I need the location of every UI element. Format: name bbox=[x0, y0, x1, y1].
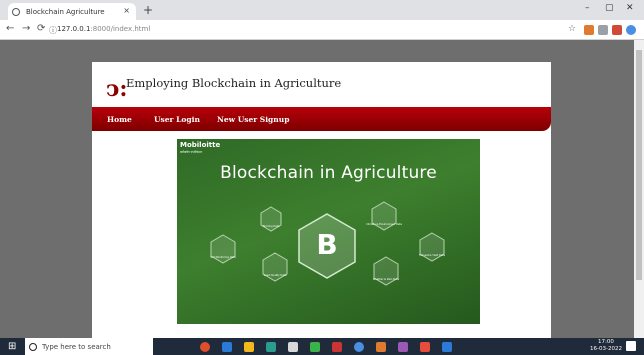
url-host: 127.0.0.1 bbox=[57, 25, 91, 33]
clock-date: 16-03-2022 bbox=[590, 346, 622, 352]
close-window-button[interactable]: ✕ bbox=[626, 3, 634, 13]
new-tab-button[interactable]: + bbox=[143, 3, 153, 17]
app-icon[interactable] bbox=[420, 342, 430, 352]
profile-icon[interactable] bbox=[626, 25, 636, 35]
blockchain-hex-diagram: B Farming Data Climate & Environment Dat… bbox=[210, 201, 445, 286]
url-field[interactable]: 127.0.0.1:8000/index.html bbox=[57, 25, 150, 33]
nav-user-login[interactable]: User Login bbox=[154, 115, 200, 124]
hex-label: Weather & Rain Data bbox=[373, 277, 400, 281]
windows-start-icon[interactable]: ⊞ bbox=[8, 341, 16, 352]
app-icon[interactable] bbox=[288, 342, 298, 352]
hex-label: Climate & Environment Data bbox=[366, 222, 402, 226]
extension-icon[interactable] bbox=[584, 25, 594, 35]
browser-tab[interactable]: Blockchain Agriculture × bbox=[8, 3, 136, 20]
app-icon[interactable] bbox=[222, 342, 232, 352]
url-path: :8000/index.html bbox=[90, 25, 151, 33]
bookmark-star-icon[interactable]: ☆ bbox=[568, 24, 576, 34]
nav-new-user-signup[interactable]: New User Signup bbox=[217, 115, 289, 124]
app-icon[interactable] bbox=[332, 342, 342, 352]
search-icon bbox=[29, 342, 37, 351]
app-icon[interactable] bbox=[266, 342, 276, 352]
main-nav: Home User Login New User Signup bbox=[92, 107, 551, 131]
vertical-scrollbar[interactable] bbox=[634, 40, 644, 338]
windows-taskbar: ⊞ Type here to search 17:00 16-03-2022 bbox=[0, 338, 644, 355]
site-logo: ↄ: bbox=[106, 76, 128, 102]
app-icon[interactable] bbox=[376, 342, 386, 352]
notification-icon[interactable] bbox=[626, 341, 636, 351]
nav-home[interactable]: Home bbox=[107, 115, 132, 124]
clock-time: 17:00 bbox=[598, 339, 614, 345]
extension-icon[interactable] bbox=[612, 25, 622, 35]
app-icon[interactable] bbox=[442, 342, 452, 352]
extension-icon[interactable] bbox=[598, 25, 608, 35]
reload-button[interactable]: ⟳ bbox=[37, 23, 45, 34]
back-button[interactable]: ← bbox=[6, 23, 14, 34]
site-info-icon[interactable]: ⓘ bbox=[49, 25, 57, 36]
hex-center-letter: B bbox=[316, 228, 337, 261]
app-icon[interactable] bbox=[244, 342, 254, 352]
page-viewport: ↄ: Employing Blockchain in Agriculture H… bbox=[0, 40, 634, 338]
tab-title: Blockchain Agriculture bbox=[26, 7, 105, 16]
globe-icon bbox=[12, 7, 20, 16]
hero-banner: Mobiloitte ब्लॉकचेन एप्लीकेशन Blockchain… bbox=[177, 139, 480, 324]
app-icon[interactable] bbox=[200, 342, 210, 352]
taskbar-search[interactable]: Type here to search bbox=[25, 338, 153, 355]
maximize-button[interactable]: ▢ bbox=[605, 3, 614, 13]
content-panel: ↄ: Employing Blockchain in Agriculture H… bbox=[92, 62, 551, 338]
hex-label: Harvest & Yield Data bbox=[419, 253, 445, 257]
taskbar-search-placeholder: Type here to search bbox=[42, 342, 111, 351]
app-icon[interactable] bbox=[398, 342, 408, 352]
hex-label: Soil Monitoring Data bbox=[210, 255, 236, 259]
scrollbar-thumb[interactable] bbox=[636, 50, 642, 280]
app-icon[interactable] bbox=[354, 342, 364, 352]
minimize-button[interactable]: – bbox=[585, 3, 590, 13]
forward-button[interactable]: → bbox=[22, 23, 30, 34]
browser-titlebar: Blockchain Agriculture × + – ▢ ✕ bbox=[0, 0, 644, 20]
hex-label: Seed Quality Data bbox=[264, 273, 287, 277]
address-bar: ← → ⟳ ⓘ 127.0.0.1:8000/index.html ☆ bbox=[0, 20, 644, 40]
site-title: Employing Blockchain in Agriculture bbox=[126, 76, 342, 90]
close-tab-icon[interactable]: × bbox=[123, 6, 130, 15]
hex-label: Farming Data bbox=[263, 224, 280, 228]
taskbar-clock[interactable]: 17:00 16-03-2022 bbox=[590, 339, 622, 353]
app-icon[interactable] bbox=[310, 342, 320, 352]
